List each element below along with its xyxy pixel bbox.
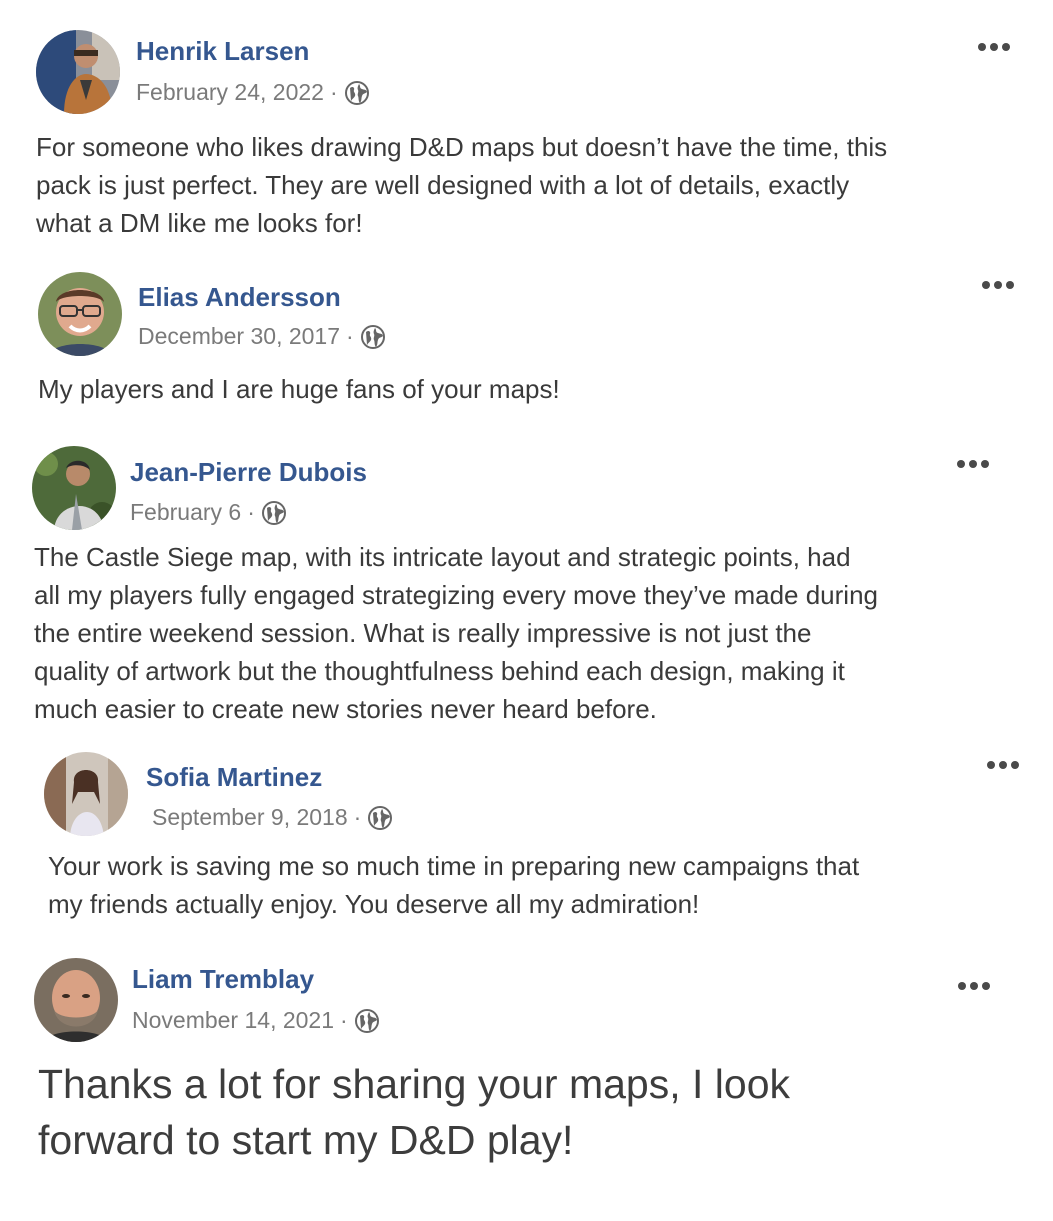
post-text-line: forward to start my D&D play! — [38, 1117, 574, 1163]
globe-icon — [344, 80, 370, 106]
globe-icon — [261, 500, 287, 526]
globe-icon — [360, 324, 386, 350]
more-options-icon[interactable] — [980, 278, 1016, 292]
post-text-line: Thanks a lot for sharing your maps, I lo… — [38, 1061, 791, 1107]
post-date[interactable]: February 6 — [130, 499, 241, 526]
post-meta: November 14, 2021 · — [132, 1007, 380, 1034]
avatar[interactable] — [34, 958, 118, 1042]
post-text: Your work is saving me so much time in p… — [48, 847, 859, 923]
post-meta: December 30, 2017 · — [138, 323, 386, 350]
post-text-line: Your work is saving me so much time in p… — [48, 851, 860, 881]
author-name[interactable]: Jean-Pierre Dubois — [130, 457, 367, 488]
post-text-line: The Castle Siege map, with its intricate… — [34, 542, 851, 572]
meta-separator: · — [340, 1007, 348, 1033]
globe-icon — [354, 1008, 380, 1034]
avatar[interactable] — [38, 272, 122, 356]
post-text-line: what a DM like me looks for! — [36, 208, 363, 238]
more-options-icon[interactable] — [956, 979, 992, 993]
post-text-line: much easier to create new stories never … — [34, 694, 657, 724]
avatar-photo-man-tan-jacket — [36, 30, 120, 114]
post-text-line: the entire weekend session. What is real… — [34, 618, 812, 648]
avatar[interactable] — [36, 30, 120, 114]
author-name[interactable]: Liam Tremblay — [132, 964, 314, 995]
post-text-line: My players and I are huge fans of your m… — [38, 374, 560, 404]
post-date[interactable]: February 24, 2022 — [136, 79, 324, 106]
meta-separator: · — [346, 323, 354, 349]
post-date[interactable]: November 14, 2021 — [132, 1007, 334, 1034]
post-text-line: all my players fully engaged strategizin… — [34, 580, 878, 610]
author-name[interactable]: Elias Andersson — [138, 282, 341, 313]
post-text: For someone who likes drawing D&D maps b… — [36, 128, 887, 242]
post-text-line: For someone who likes drawing D&D maps b… — [36, 132, 888, 162]
post-date[interactable]: December 30, 2017 — [138, 323, 340, 350]
author-name[interactable]: Sofia Martinez — [146, 762, 322, 793]
post-text: Thanks a lot for sharing your maps, I lo… — [38, 1056, 790, 1168]
more-options-icon[interactable] — [976, 40, 1012, 54]
avatar-photo-man-outdoors — [32, 446, 116, 530]
author-name[interactable]: Henrik Larsen — [136, 36, 309, 67]
more-options-icon[interactable] — [985, 758, 1021, 772]
post-text-line: quality of artwork but the thoughtfulnes… — [34, 656, 845, 686]
post-date[interactable]: September 9, 2018 — [152, 804, 348, 831]
avatar-photo-woman-street — [44, 752, 128, 836]
post-meta: February 24, 2022 · — [136, 79, 370, 106]
meta-separator: · — [329, 79, 338, 105]
avatar[interactable] — [44, 752, 128, 836]
meta-separator: · — [353, 804, 362, 830]
more-options-icon[interactable] — [955, 457, 991, 471]
post-meta: February 6 · — [130, 499, 287, 526]
post-meta: September 9, 2018 · — [152, 804, 393, 831]
meta-separator: · — [247, 499, 255, 525]
post-text-line: my friends actually enjoy. You deserve a… — [48, 889, 700, 919]
post-text: My players and I are huge fans of your m… — [38, 370, 560, 408]
avatar-photo-man-glasses — [38, 272, 122, 356]
post-text: The Castle Siege map, with its intricate… — [34, 538, 878, 728]
globe-icon — [367, 805, 393, 831]
avatar[interactable] — [32, 446, 116, 530]
avatar-photo-bald-man-beard — [34, 958, 118, 1042]
post-text-line: pack is just perfect. They are well desi… — [36, 170, 850, 200]
